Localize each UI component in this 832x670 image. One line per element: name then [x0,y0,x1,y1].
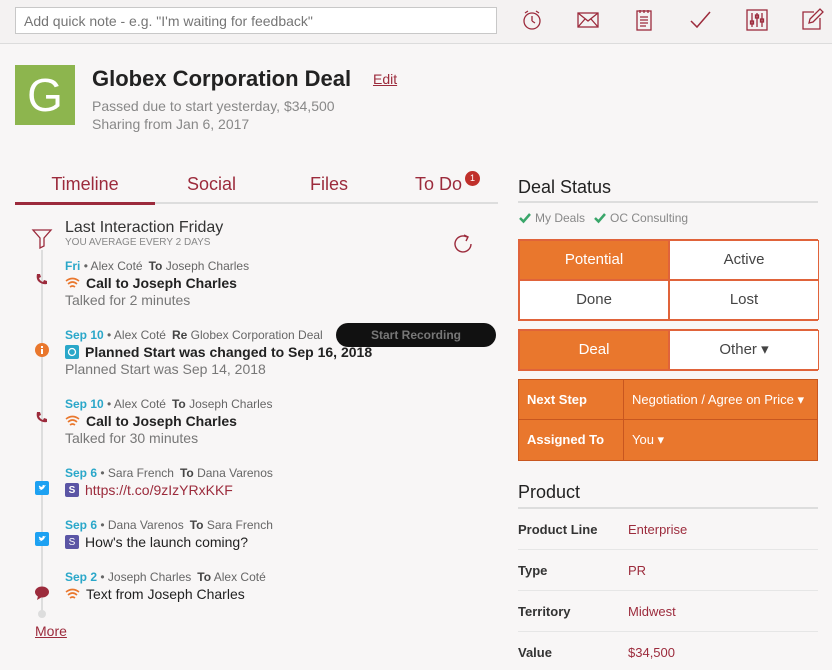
sharing-line: Sharing from Jan 6, 2017 [92,116,250,132]
check-icon [519,213,531,224]
stage-potential[interactable]: Potential [519,240,669,280]
product-key: Value [518,645,552,660]
product-value[interactable]: Enterprise [628,522,687,537]
tab-timeline[interactable]: Timeline [15,174,155,205]
stage-lost[interactable]: Lost [669,280,819,320]
section-divider [518,201,818,203]
twitter-icon [35,532,49,546]
stage-active[interactable]: Active [669,240,819,280]
timeline-entry-meta: Sep 6 • Dana Varenos To Sara French [65,518,273,532]
deal-square-icon [65,345,79,359]
checkmark-icon[interactable] [688,8,712,32]
logo-letter: G [27,69,63,121]
info-icon [34,342,50,358]
edit-link[interactable]: Edit [373,71,397,87]
deal-status-heading: Deal Status [518,177,612,197]
tag-item: OC Consulting [593,211,688,225]
assigned-to-label: Assigned To [519,420,624,460]
edit-icon[interactable] [800,8,824,32]
assigned-to-row: Assigned To You ▾ [519,420,817,460]
product-key: Territory [518,604,571,619]
top-toolbar [0,0,832,44]
product-value[interactable]: PR [628,563,646,578]
social-square-icon: S [65,483,79,497]
more-link[interactable]: More [35,623,67,639]
stage-selector: Potential Active Done Lost [518,239,819,321]
wifi-icon [65,587,80,602]
refresh-icon[interactable] [451,232,475,256]
deal-status-line: Passed due to start yesterday, $34,500 [92,98,335,114]
twitter-icon [35,481,49,495]
next-step-label: Next Step [519,380,624,419]
average-frequency: YOU AVERAGE EVERY 2 DAYS [65,237,211,248]
tab-todo[interactable]: To Do [415,174,462,195]
product-heading: Product [518,482,581,502]
phone-call-icon [34,272,50,288]
type-deal[interactable]: Deal [519,330,669,370]
company-logo: G [15,65,75,125]
timeline-entry-subtitle: Talked for 2 minutes [65,292,191,308]
timeline-entry-subtitle: Planned Start was Sep 14, 2018 [65,361,266,377]
timeline-entry-title[interactable]: S How's the launch coming? [65,534,248,550]
timeline-end-dot [38,610,46,618]
wifi-icon [65,414,80,429]
type-other-dropdown[interactable]: Other ▾ [669,330,819,370]
mail-icon[interactable] [576,8,600,32]
sliders-icon[interactable] [745,8,769,32]
assigned-to-dropdown[interactable]: You ▾ [624,420,817,460]
timeline-entry-title[interactable]: Call to Joseph Charles [65,275,237,291]
sharing-tags: My Deals OC Consulting [518,211,688,225]
tab-social[interactable]: Social [187,174,236,195]
product-key: Type [518,563,548,578]
quick-note-input[interactable] [15,7,497,34]
timeline-entry-title[interactable]: Text from Joseph Charles [65,586,245,602]
phone-call-icon [34,410,50,426]
timeline-line [41,250,43,612]
timeline-entry-title[interactable]: Planned Start was changed to Sep 16, 201… [65,344,372,360]
type-selector: Deal Other ▾ [518,329,819,371]
todo-count-badge: 1 [465,171,480,186]
alarm-icon[interactable] [520,8,544,32]
product-row: Value $34,500 [518,632,818,670]
timeline-entry-meta: Sep 10 • Alex Coté To Joseph Charles [65,397,273,411]
last-interaction-heading: Last Interaction Friday [65,219,224,236]
social-square-icon: S [65,535,79,549]
timeline-entry-title[interactable]: S https://t.co/9zIzYRxKKF [65,482,233,498]
tweet-link[interactable]: https://t.co/9zIzYRxKKF [85,482,233,498]
product-row: Territory Midwest [518,591,818,632]
tab-files[interactable]: Files [310,174,348,195]
deal-properties: Next Step Negotiation / Agree on Price ▾… [518,379,818,461]
product-value[interactable]: Midwest [628,604,676,619]
next-step-dropdown[interactable]: Negotiation / Agree on Price ▾ [624,380,817,419]
timeline-entry-meta: Sep 6 • Sara French To Dana Varenos [65,466,273,480]
deal-title: Globex Corporation Deal [92,66,352,91]
product-key: Product Line [518,522,598,537]
chat-bubble-icon [34,585,50,601]
tab-bar: Timeline Social Files To Do [15,172,498,205]
timeline-entry-subtitle: Talked for 30 minutes [65,430,199,446]
product-value[interactable]: $34,500 [628,645,675,660]
stage-done[interactable]: Done [519,280,669,320]
check-icon [594,213,606,224]
timeline-entry-meta: Sep 2 • Joseph Charles To Alex Coté [65,570,266,584]
timeline-entry-title[interactable]: Call to Joseph Charles [65,413,237,429]
product-row: Type PR [518,550,818,591]
timeline-entry-meta: Sep 10 • Alex Coté Re Globex Corporation … [65,328,323,342]
filter-icon[interactable] [31,227,53,250]
wifi-icon [65,276,80,291]
tag-item: My Deals [518,211,585,225]
start-recording-button[interactable]: Start Recording [336,323,496,347]
notepad-icon[interactable] [632,8,656,32]
timeline-entry-meta: Fri • Alex Coté To Joseph Charles [65,259,250,273]
product-row: Product Line Enterprise [518,509,818,550]
next-step-row: Next Step Negotiation / Agree on Price ▾ [519,380,817,420]
